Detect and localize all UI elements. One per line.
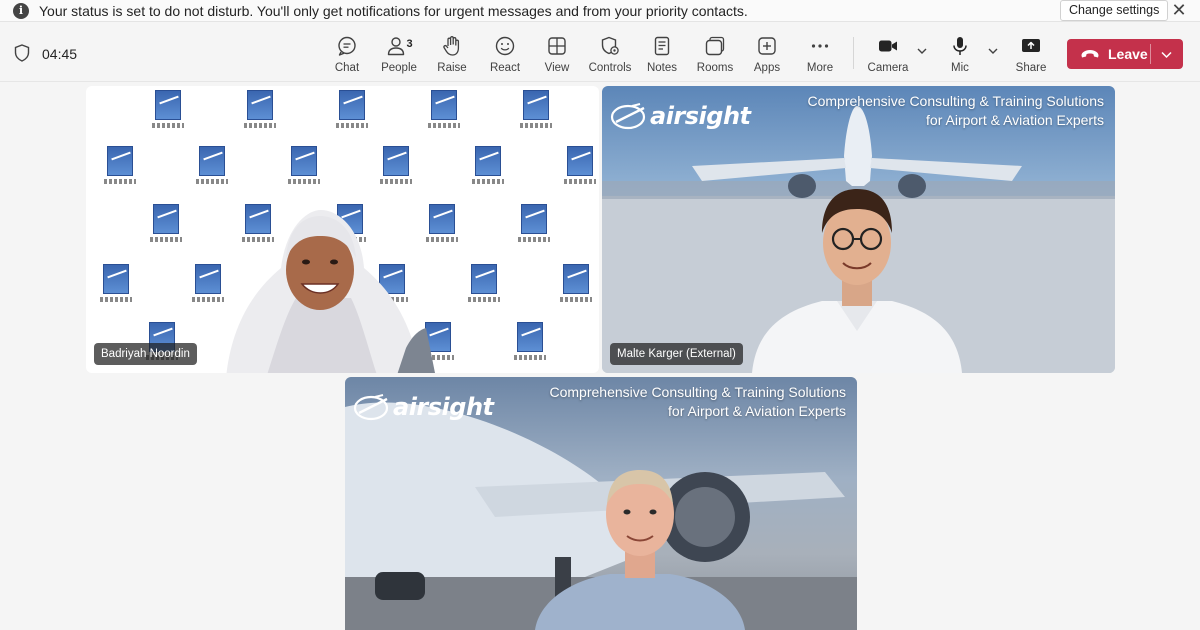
participant-video-feed (752, 189, 962, 373)
participant-video-tile[interactable]: Badriyah Noordin (86, 86, 599, 373)
participant-video-feed (535, 470, 745, 630)
emoji-icon (495, 36, 515, 56)
people-button[interactable]: 3 People (373, 35, 425, 77)
backdrop-logo-icon (192, 146, 232, 188)
raise-hand-icon (443, 36, 460, 56)
airsight-brand-text: airsight (393, 393, 494, 421)
shield-icon (14, 44, 30, 62)
meeting-timer: 04:45 (42, 46, 78, 62)
toolbar-divider (853, 37, 854, 69)
people-label: People (381, 62, 417, 74)
more-dots-icon (811, 44, 829, 48)
participant-name-label: Malte Karger (External) (610, 343, 743, 365)
camera-icon (879, 40, 897, 52)
airsight-logo: airsight (610, 100, 751, 132)
camera-button[interactable]: Camera (862, 35, 914, 77)
airsight-brand-text: airsight (650, 102, 751, 130)
apps-button[interactable]: Apps (741, 35, 793, 77)
mic-button[interactable]: Mic (934, 35, 986, 77)
breakout-rooms-icon (705, 36, 725, 56)
info-icon: i (13, 2, 29, 19)
raise-hand-button[interactable]: Raise (426, 35, 478, 77)
grid-view-icon (548, 37, 566, 55)
notes-button[interactable]: Notes (636, 35, 688, 77)
add-app-icon (758, 37, 776, 55)
backdrop-logo-icon (556, 264, 596, 306)
backdrop-logo-icon (560, 146, 599, 188)
backdrop-logo-icon (146, 204, 186, 246)
controls-label: Controls (588, 62, 632, 74)
participant-video-feed (226, 210, 435, 373)
participant-video-tile[interactable]: airsight Comprehensive Consulting & Trai… (345, 377, 857, 630)
mic-options-chevron-icon[interactable] (987, 45, 999, 57)
leave-button[interactable]: Leave (1067, 39, 1183, 69)
chat-button[interactable]: Chat (321, 35, 373, 77)
airsight-logo-icon (353, 394, 389, 421)
shield-settings-icon (601, 36, 619, 55)
raise-label: Raise (437, 62, 467, 74)
leave-divider (1150, 44, 1151, 64)
react-button[interactable]: React (479, 35, 531, 77)
backdrop-logo-icon (96, 264, 136, 306)
chat-label: Chat (334, 62, 360, 74)
tagline-line-1: Comprehensive Consulting & Training Solu… (807, 93, 1105, 109)
rooms-label: Rooms (696, 62, 734, 74)
chat-icon (338, 36, 356, 56)
tagline-line-2: for Airport & Aviation Experts (668, 403, 846, 419)
participant-name-label: Badriyah Noordin (94, 343, 197, 365)
view-button[interactable]: View (531, 35, 583, 77)
people-count: 3 (406, 38, 413, 50)
change-settings-button[interactable]: Change settings (1060, 0, 1169, 21)
backdrop-logo-icon (284, 146, 324, 188)
notes-icon (654, 36, 670, 56)
apps-label: Apps (753, 62, 781, 74)
share-label: Share (1015, 62, 1047, 74)
mic-label: Mic (951, 62, 969, 74)
backdrop-logo-icon (240, 90, 280, 132)
backdrop-logo-icon (376, 146, 416, 188)
leave-label: Leave (1108, 46, 1148, 62)
backdrop-logo-icon (424, 90, 464, 132)
airsight-tagline: Comprehensive Consulting & Training Solu… (550, 383, 847, 421)
meeting-toolbar: 04:45 Chat 3 People Raise React View Con… (0, 27, 1200, 82)
backdrop-logo-icon (148, 90, 188, 132)
tagline-line-1: Comprehensive Consulting & Training Solu… (549, 384, 847, 400)
backdrop-logo-icon (516, 90, 556, 132)
controls-button[interactable]: Controls (584, 35, 636, 77)
microphone-icon (953, 37, 967, 55)
notes-label: Notes (646, 62, 678, 74)
more-label: More (806, 62, 834, 74)
participant-video-tile[interactable]: airsight Comprehensive Consulting & Trai… (602, 86, 1115, 373)
backdrop-logo-icon (100, 146, 140, 188)
close-icon[interactable]: ✕ (1168, 0, 1190, 20)
view-label: View (544, 62, 570, 74)
backdrop-logo-icon (332, 90, 372, 132)
hang-up-icon (1081, 50, 1099, 58)
dnd-notification-banner: i Your status is set to do not disturb. … (0, 0, 1200, 22)
people-icon (388, 37, 405, 56)
airsight-tagline: Comprehensive Consulting & Training Solu… (808, 92, 1105, 130)
backdrop-logo-icon (514, 204, 554, 246)
share-button[interactable]: Share (1005, 35, 1057, 77)
backdrop-logo-icon (464, 264, 504, 306)
leave-options-chevron-icon[interactable] (1160, 48, 1173, 61)
airsight-logo: airsight (353, 391, 494, 423)
rooms-button[interactable]: Rooms (689, 35, 741, 77)
more-button[interactable]: More (794, 35, 846, 77)
react-label: React (489, 62, 521, 74)
banner-message: Your status is set to do not disturb. Yo… (39, 2, 748, 19)
tagline-line-2: for Airport & Aviation Experts (926, 112, 1104, 128)
backdrop-logo-icon (510, 322, 550, 364)
camera-label: Camera (867, 62, 909, 74)
camera-options-chevron-icon[interactable] (916, 45, 928, 57)
backdrop-logo-icon (468, 146, 508, 188)
share-screen-icon (1022, 39, 1040, 52)
airsight-logo-icon (610, 103, 646, 130)
